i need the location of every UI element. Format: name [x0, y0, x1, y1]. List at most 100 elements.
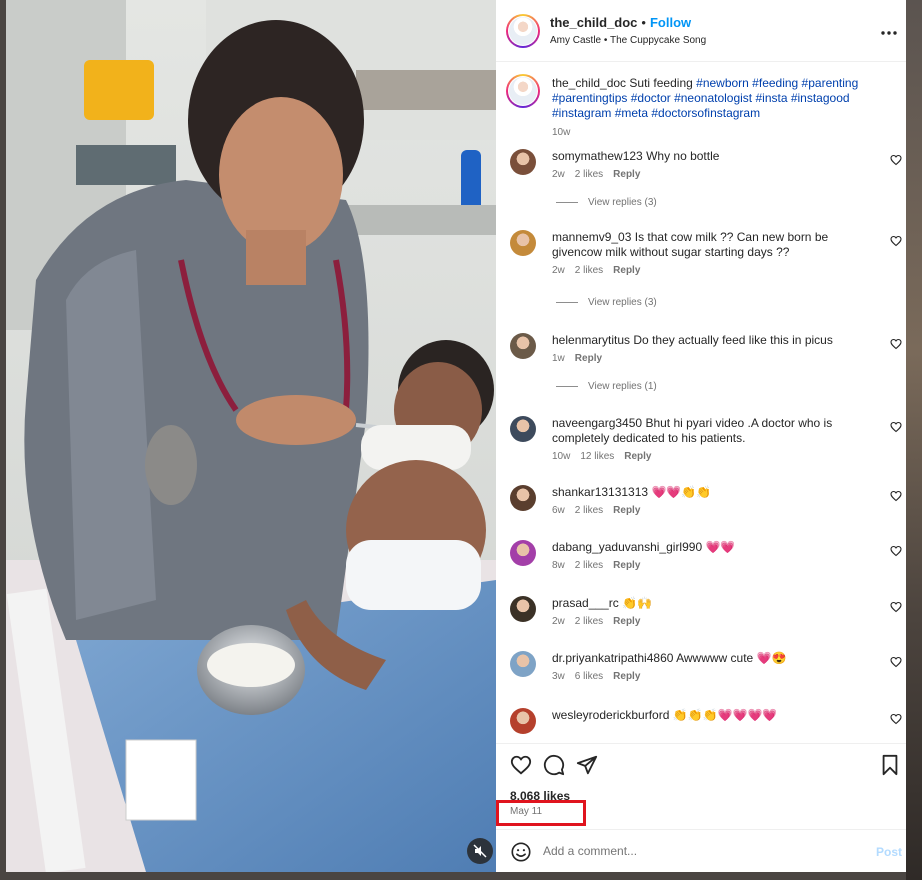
audio-attribution[interactable]: Amy Castle • The Cuppycake Song — [550, 35, 706, 46]
comment-likes[interactable]: 2 likes — [575, 505, 603, 516]
reply-button[interactable]: Reply — [613, 169, 640, 180]
comment-text: Do they actually feed like this in picus — [633, 333, 833, 347]
commenter-avatar[interactable] — [510, 485, 536, 511]
comment-like-heart-icon[interactable] — [890, 489, 902, 502]
bookmark-icon[interactable] — [879, 754, 901, 776]
comment-time[interactable]: 2w — [552, 265, 565, 276]
comment-time[interactable]: 3w — [552, 671, 565, 682]
comment-meta: 2w 2 likes Reply — [552, 616, 650, 627]
caption-author-avatar[interactable] — [506, 74, 540, 108]
speaker-muted-icon — [473, 844, 487, 858]
comment-text-block: shankar13131313 💗💗👏👏 — [552, 485, 870, 500]
comment-text-block: dr.priyankatripathi4860 Awwwww cute 💗😍 — [552, 651, 870, 666]
comments-scroll-area[interactable]: the_child_doc Suti feeding #newborn #fee… — [496, 63, 906, 743]
view-replies-label: View replies (3) — [588, 197, 657, 208]
comment-likes[interactable]: 6 likes — [575, 671, 603, 682]
more-options-button[interactable] — [881, 22, 897, 40]
comment-likes[interactable]: 2 likes — [575, 265, 603, 276]
comment-meta: 6w 2 likes Reply — [552, 505, 650, 516]
commenter-username[interactable]: dabang_yaduvanshi_girl990 — [552, 540, 702, 554]
commenter-username[interactable]: dr.priyankatripathi4860 — [552, 651, 673, 665]
comment-time[interactable]: 10w — [552, 451, 570, 462]
comment-text-block: helenmarytitus Do they actually feed lik… — [552, 333, 870, 348]
post-actions: 8,068 likes May 11 — [496, 743, 906, 829]
comment-time[interactable]: 1w — [552, 353, 565, 364]
author-username[interactable]: the_child_doc — [550, 15, 637, 30]
reply-button[interactable]: Reply — [613, 560, 640, 571]
comment-text-block: wesleyroderickburford 👏👏👏💗💗💗💗 — [552, 708, 870, 723]
comment-time[interactable]: 6w — [552, 505, 565, 516]
reply-button[interactable]: Reply — [613, 265, 640, 276]
heart-icon[interactable] — [510, 754, 532, 776]
reply-button[interactable]: Reply — [575, 353, 602, 364]
commenter-username[interactable]: helenmarytitus — [552, 333, 630, 347]
author-line: the_child_doc • Follow — [550, 15, 691, 30]
commenter-username[interactable]: wesleyroderickburford — [552, 708, 669, 722]
comment-like-heart-icon[interactable] — [890, 420, 902, 433]
view-replies-button[interactable]: View replies (3) — [556, 197, 657, 208]
post-details-panel: the_child_doc • Follow Amy Castle • The Cu… — [496, 0, 906, 872]
comment-text: 👏👏👏💗💗💗💗 — [672, 708, 778, 722]
comment-likes[interactable]: 2 likes — [575, 560, 603, 571]
view-replies-button[interactable]: View replies (1) — [556, 381, 657, 392]
post-comment-button[interactable]: Post — [876, 845, 902, 859]
reply-button[interactable]: Reply — [613, 671, 640, 682]
commenter-avatar[interactable] — [510, 416, 536, 442]
comment-text-block: naveengarg3450 Bhut hi pyari video .A do… — [552, 416, 870, 446]
comment-meta: 2w 2 likes Reply — [552, 169, 650, 180]
caption-timestamp[interactable]: 10w — [552, 127, 570, 138]
comment-meta: 10w 12 likes Reply — [552, 451, 662, 462]
comment-likes[interactable]: 2 likes — [575, 616, 603, 627]
comment-text-block: prasad___rc 👏🙌 — [552, 596, 870, 611]
comment-meta: 2w 2 likes Reply — [552, 265, 650, 276]
view-replies-label: View replies (3) — [588, 297, 657, 308]
commenter-avatar[interactable] — [510, 230, 536, 256]
follow-button[interactable]: Follow — [650, 15, 691, 30]
commenter-avatar[interactable] — [510, 596, 536, 622]
share-icon[interactable] — [576, 754, 598, 776]
caption-text: Suti feeding — [629, 76, 693, 90]
comment-like-heart-icon[interactable] — [890, 234, 902, 247]
comment-like-heart-icon[interactable] — [890, 655, 902, 668]
commenter-username[interactable]: somymathew123 — [552, 149, 643, 163]
commenter-username[interactable]: mannemv9_03 — [552, 230, 631, 244]
reply-button[interactable]: Reply — [613, 505, 640, 516]
comment-meta: 3w 6 likes Reply — [552, 671, 650, 682]
reply-button[interactable]: Reply — [624, 451, 651, 462]
comment-meta: 8w 2 likes Reply — [552, 560, 650, 571]
comment-input[interactable] — [543, 844, 843, 858]
view-replies-label: View replies (1) — [588, 381, 657, 392]
comment-text: 💗💗 — [705, 540, 736, 554]
comment-like-heart-icon[interactable] — [890, 337, 902, 350]
comment-like-heart-icon[interactable] — [890, 544, 902, 557]
comment-time[interactable]: 2w — [552, 169, 565, 180]
caption-username[interactable]: the_child_doc — [552, 76, 626, 90]
commenter-avatar[interactable] — [510, 333, 536, 359]
view-replies-button[interactable]: View replies (3) — [556, 297, 657, 308]
commenter-username[interactable]: shankar13131313 — [552, 485, 648, 499]
comment-text: Why no bottle — [646, 149, 720, 163]
comment-likes[interactable]: 12 likes — [580, 451, 614, 462]
comment-time[interactable]: 8w — [552, 560, 565, 571]
commenter-avatar[interactable] — [510, 651, 536, 677]
commenter-avatar[interactable] — [510, 708, 536, 734]
comment-like-heart-icon[interactable] — [890, 600, 902, 613]
comment-like-heart-icon[interactable] — [890, 153, 902, 166]
author-avatar[interactable] — [506, 14, 540, 48]
reply-button[interactable]: Reply — [613, 616, 640, 627]
mute-toggle-button[interactable] — [467, 838, 493, 864]
comment-icon[interactable] — [543, 754, 565, 776]
commenter-avatar[interactable] — [510, 149, 536, 175]
comment-text: 💗💗👏👏 — [651, 485, 712, 499]
comment-time[interactable]: 2w — [552, 616, 565, 627]
comment-text: Awwwww cute 💗😍 — [676, 651, 787, 665]
commenter-avatar[interactable] — [510, 540, 536, 566]
commenter-username[interactable]: prasad___rc — [552, 596, 619, 610]
comment-like-heart-icon[interactable] — [890, 712, 902, 725]
commenter-username[interactable]: naveengarg3450 — [552, 416, 642, 430]
comment-likes[interactable]: 2 likes — [575, 169, 603, 180]
post-video[interactable] — [6, 0, 496, 872]
video-frame-illustration — [6, 0, 496, 872]
emoji-icon[interactable] — [510, 841, 532, 863]
comment-text-block: dabang_yaduvanshi_girl990 💗💗 — [552, 540, 870, 555]
